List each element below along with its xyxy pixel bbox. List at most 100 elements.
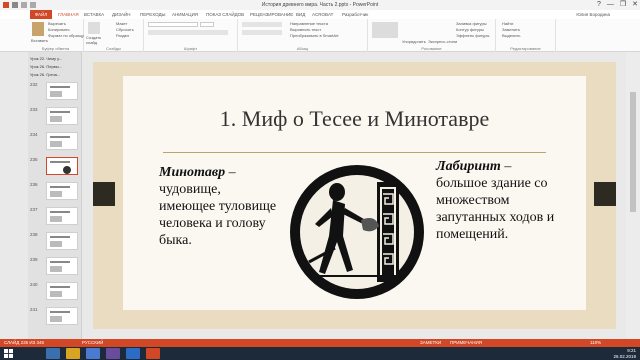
word-icon[interactable] <box>126 348 140 359</box>
tab-transitions[interactable]: ПЕРЕХОДЫ <box>140 10 166 19</box>
slide-number: 233 <box>30 107 38 112</box>
comments-button[interactable]: ПРИМЕЧАНИЯ <box>450 340 482 345</box>
tab-review[interactable]: РЕЦЕНЗИРОВАНИЕ <box>250 10 293 19</box>
slide-thumbnail[interactable] <box>46 182 78 200</box>
tab-animation[interactable]: АНИМАЦИЯ <box>172 10 198 19</box>
group-label: Редактирование <box>510 46 541 51</box>
shape-outline-button[interactable]: Контур фигуры <box>456 27 484 32</box>
font-name-select[interactable] <box>148 22 198 27</box>
font-format-buttons[interactable] <box>148 30 228 35</box>
select-button[interactable]: Выделить <box>502 33 520 38</box>
replace-button[interactable]: Заменить <box>502 27 520 32</box>
align-text-button[interactable]: Выровнять текст <box>290 27 321 32</box>
decorative-bar-right <box>594 182 616 206</box>
tab-file[interactable]: ФАЙЛ <box>30 10 52 19</box>
format-painter-button[interactable]: Формат по образцу <box>48 33 84 38</box>
slide-thumbnail-pane[interactable]: Урок 22. Чему у... Урок 26. Первы... Уро… <box>28 52 82 339</box>
slide-number: 240 <box>30 282 38 287</box>
smartart-button[interactable]: Преобразовать в SmartArt <box>290 33 339 38</box>
slide-canvas[interactable]: 1. Миф о Тесее и Минотавре Минотавр – чу… <box>93 62 616 329</box>
help-button[interactable]: ? <box>597 0 601 9</box>
tab-design[interactable]: ДИЗАЙН <box>112 10 131 19</box>
ribbon-tabs: ФАЙЛ ГЛАВНАЯ ВСТАВКА ДИЗАЙН ПЕРЕХОДЫ АНИ… <box>0 10 640 19</box>
copy-button[interactable]: Копировать <box>48 27 70 32</box>
group-label: Слайды <box>106 46 121 51</box>
tab-slideshow[interactable]: ПОКАЗ СЛАЙДОВ <box>206 10 244 19</box>
vertical-scrollbar[interactable] <box>626 52 640 339</box>
minotaur-definition[interactable]: Минотавр – чудовище, имеющее туловище че… <box>159 164 279 249</box>
slide-title[interactable]: 1. Миф о Тесее и Минотавре <box>123 106 586 132</box>
skype-icon[interactable] <box>106 348 120 359</box>
slide-thumbnail[interactable] <box>46 82 78 100</box>
group-label: Буфер обмена <box>41 46 70 51</box>
explorer-icon[interactable] <box>66 348 80 359</box>
minimize-button[interactable]: — <box>607 0 614 9</box>
paste-icon[interactable] <box>32 22 44 36</box>
slide-thumbnail[interactable] <box>46 132 78 150</box>
powerpoint-taskbar-icon[interactable] <box>146 348 160 359</box>
text-direction-button[interactable]: Направление текста <box>290 21 328 26</box>
group-editing: Найти Заменить Выделить Редактирование <box>496 19 556 52</box>
outline-item[interactable]: Урок 26. Первы... <box>30 64 62 69</box>
slide-thumbnail[interactable] <box>46 257 78 275</box>
slide-number: 234 <box>30 132 38 137</box>
slide-number: 241 <box>30 307 38 312</box>
arrange-button[interactable]: Упорядочить <box>402 39 426 44</box>
slide-thumbnail[interactable] <box>46 282 78 300</box>
system-tray-clock[interactable]: 9:21 26.02.2019 <box>613 348 636 359</box>
group-label: Шрифт <box>183 46 198 51</box>
slide-number: 232 <box>30 82 38 87</box>
slide-thumbnail[interactable] <box>46 307 78 325</box>
powerpoint-window: История древнего мира. Часть 2.pptx - Po… <box>0 0 640 347</box>
group-label: Абзац <box>296 46 309 51</box>
shape-fill-button[interactable]: Заливка фигуры <box>456 21 487 26</box>
new-slide-icon[interactable] <box>88 22 100 34</box>
layout-button[interactable]: Макет <box>116 21 127 26</box>
shape-effects-button[interactable]: Эффекты фигуры <box>456 33 489 38</box>
group-clipboard: Вставить Вырезать Копировать Формат по о… <box>28 19 84 52</box>
slide-thumbnail[interactable] <box>46 207 78 225</box>
outline-item[interactable]: Урок 22. Чему у... <box>30 56 62 61</box>
group-slides: Создать слайд Макет Сбросить Раздел Слай… <box>84 19 144 52</box>
slide-thumbnail-selected[interactable] <box>46 157 78 175</box>
slide-thumbnail[interactable] <box>46 107 78 125</box>
section-button[interactable]: Раздел <box>116 33 129 38</box>
close-button[interactable]: ✕ <box>632 0 638 9</box>
shapes-gallery[interactable] <box>372 22 398 38</box>
tab-view[interactable]: ВИД <box>296 10 305 19</box>
outline-item[interactable]: Урок 26. Греча... <box>30 72 60 77</box>
windows-start-icon[interactable] <box>4 349 13 358</box>
tab-insert[interactable]: ВСТАВКА <box>84 10 104 19</box>
notes-button[interactable]: ЗАМЕТКИ <box>420 340 441 345</box>
labyrinth-term: Лабиринт <box>436 159 501 174</box>
title-divider <box>163 152 546 153</box>
new-slide-button[interactable]: Создать слайд <box>86 35 108 45</box>
restore-button[interactable]: ❐ <box>620 0 626 9</box>
slide-editor: 1. Миф о Тесее и Минотавре Минотавр – чу… <box>83 52 626 339</box>
slide-thumbnail[interactable] <box>46 232 78 250</box>
tab-developer[interactable]: Разработчик <box>342 10 368 19</box>
slide-number: 239 <box>30 257 38 262</box>
tab-home[interactable]: ГЛАВНАЯ <box>58 10 79 19</box>
list-buttons[interactable] <box>242 22 282 27</box>
ie-icon[interactable] <box>46 348 60 359</box>
theseus-minotaur-vase-image[interactable] <box>289 164 425 300</box>
quick-styles-button[interactable]: Экспресс-стили <box>428 39 457 44</box>
ribbon: Вставить Вырезать Копировать Формат по о… <box>0 19 640 52</box>
window-title: История древнего мира. Часть 2.pptx - Po… <box>261 2 379 8</box>
slide-number: 237 <box>30 207 38 212</box>
find-button[interactable]: Найти <box>502 21 513 26</box>
paste-button[interactable]: Вставить <box>31 38 48 43</box>
zoom-level[interactable]: 110% <box>590 340 601 345</box>
language-indicator[interactable]: РУССКИЙ <box>82 340 103 345</box>
clock-date: 26.02.2019 <box>613 353 636 359</box>
labyrinth-definition[interactable]: Лабиринт – большое здание со множеством … <box>436 158 556 243</box>
cut-button[interactable]: Вырезать <box>48 21 66 26</box>
reset-button[interactable]: Сбросить <box>116 27 134 32</box>
font-size-select[interactable] <box>200 22 214 27</box>
user-name[interactable]: Юлия Бородина <box>576 10 610 19</box>
align-buttons[interactable] <box>242 30 282 35</box>
scrollbar-thumb[interactable] <box>630 92 636 212</box>
chrome-icon[interactable] <box>86 348 100 359</box>
tab-acrobat[interactable]: ACROBAT <box>312 10 333 19</box>
